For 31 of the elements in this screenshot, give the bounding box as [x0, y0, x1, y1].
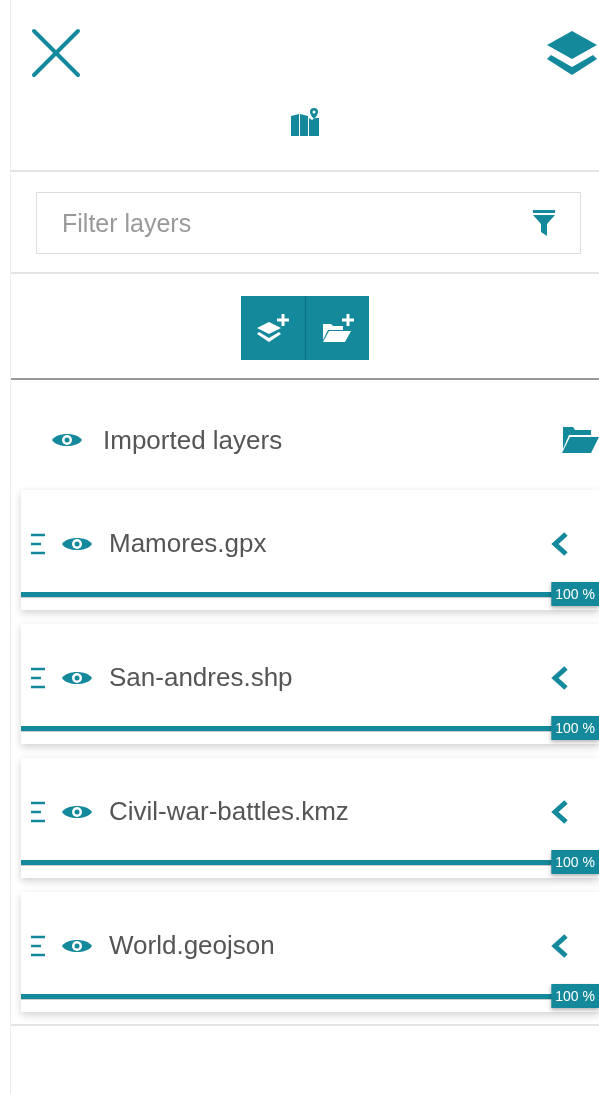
chevron-left-icon[interactable]: [551, 664, 569, 691]
drag-handle-icon[interactable]: [31, 532, 45, 555]
close-icon[interactable]: [31, 28, 81, 78]
add-layer-icon: [256, 312, 290, 344]
chevron-left-icon[interactable]: [551, 798, 569, 825]
group-label: Imported layers: [103, 424, 284, 456]
opacity-slider[interactable]: 100 %: [21, 984, 599, 1010]
drag-handle-icon[interactable]: [31, 800, 45, 823]
slider-handle[interactable]: 100 %: [551, 850, 599, 874]
slider-handle[interactable]: 100 %: [551, 984, 599, 1008]
layer-name: Mamores.gpx: [109, 528, 268, 559]
layer-name: World.geojson: [109, 930, 276, 961]
slider-handle[interactable]: 100 %: [551, 716, 599, 740]
add-folder-button[interactable]: [305, 296, 369, 360]
add-folder-icon: [320, 312, 355, 344]
slider-handle[interactable]: 100 %: [551, 582, 599, 606]
drag-handle-icon[interactable]: [31, 934, 45, 957]
opacity-slider[interactable]: 100 %: [21, 582, 599, 608]
folder-icon[interactable]: [561, 427, 599, 453]
chevron-left-icon[interactable]: [551, 530, 569, 557]
layer-name: Civil-war-battles.kmz: [109, 796, 350, 827]
layers-icon[interactable]: [545, 29, 599, 77]
filter-field[interactable]: Filter layers: [36, 192, 581, 254]
opacity-slider[interactable]: 100 %: [21, 850, 599, 876]
map-pin-icon[interactable]: [290, 108, 320, 138]
opacity-slider[interactable]: 100 %: [21, 716, 599, 742]
add-layer-button[interactable]: [241, 296, 305, 360]
drag-handle-icon[interactable]: [31, 666, 45, 689]
chevron-left-icon[interactable]: [551, 932, 569, 959]
filter-icon: [533, 210, 555, 236]
layer-name: San-andres.shp: [109, 662, 294, 693]
